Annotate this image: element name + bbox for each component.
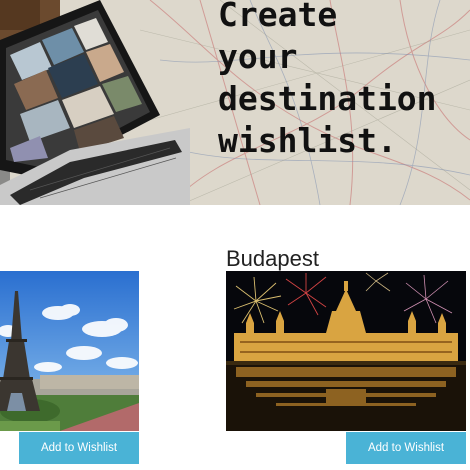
destination-image	[226, 271, 466, 431]
add-to-wishlist-button[interactable]: Add to Wishlist	[19, 432, 139, 464]
add-to-wishlist-button[interactable]: Add to Wishlist	[346, 432, 466, 464]
hero-title: Create your destination wishlist.	[218, 0, 437, 160]
hero-banner: Create your destination wishlist.	[0, 0, 470, 205]
destination-title: Budapest	[226, 246, 319, 271]
laptop-illustration	[0, 0, 190, 205]
destination-image	[0, 271, 139, 431]
